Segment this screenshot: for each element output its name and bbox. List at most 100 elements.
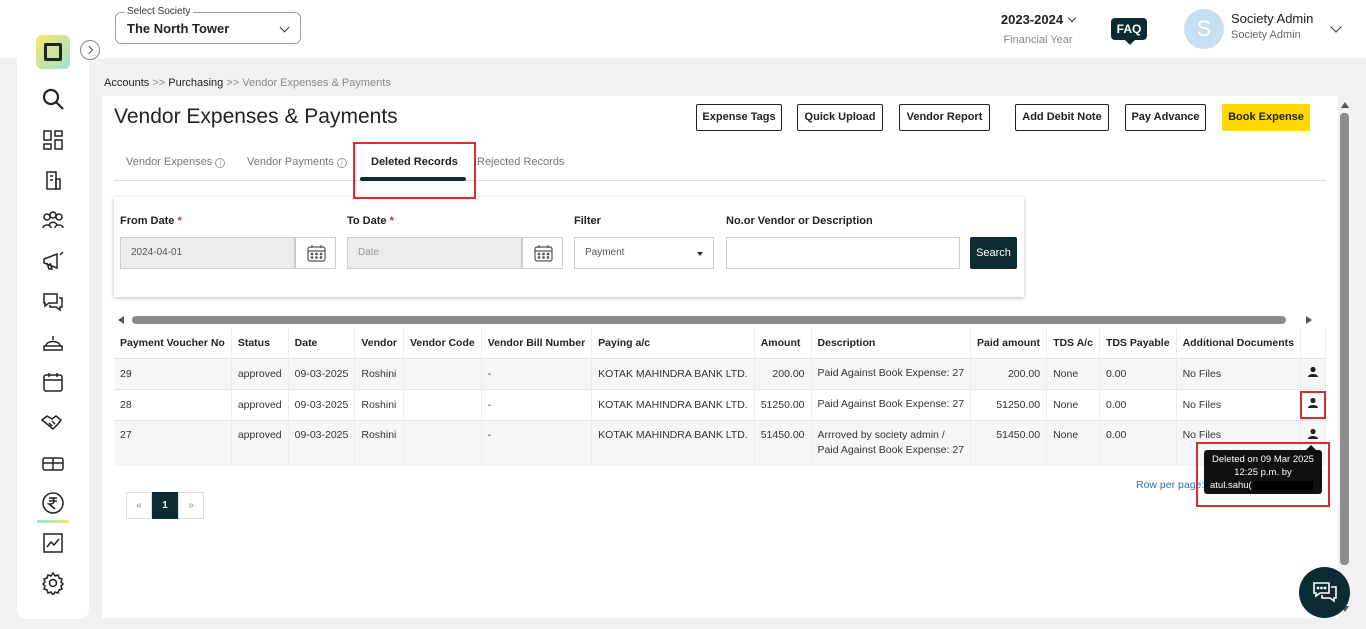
- cell-tds-ac: None: [1046, 388, 1100, 420]
- tab-label: Vendor Payments: [247, 156, 334, 168]
- cell-voucher: 27: [114, 419, 232, 466]
- pay-advance-button[interactable]: Pay Advance: [1125, 104, 1206, 131]
- info-icon: i: [215, 158, 226, 168]
- cell-date: 09-03-2025: [288, 388, 356, 420]
- cell-additional-docs: No Files: [1176, 388, 1301, 420]
- cell-amount: 51450.00: [754, 419, 812, 466]
- tooltip-user: atul.sahu(: [1210, 480, 1252, 491]
- table-row: 27 approved 09-03-2025 Roshini - KOTAK M…: [114, 419, 1326, 466]
- add-debit-note-button[interactable]: Add Debit Note: [1015, 104, 1109, 131]
- support-chat-button[interactable]: [1299, 567, 1350, 618]
- cell-date: 09-03-2025: [288, 419, 356, 466]
- pagination-next[interactable]: »: [178, 492, 204, 519]
- cell-paying-ac: KOTAK MAHINDRA BANK LTD.: [591, 388, 755, 420]
- report-icon[interactable]: [41, 531, 65, 555]
- handshake-icon[interactable]: [40, 410, 65, 434]
- tab-vendor-payments[interactable]: Vendor Payments i: [247, 156, 347, 168]
- from-date-calendar-button[interactable]: [295, 237, 336, 269]
- tab-label: Vendor Expenses: [126, 156, 213, 168]
- row-per-page-label[interactable]: Row per page:: [1136, 479, 1204, 491]
- from-date-input[interactable]: 2024-04-01: [120, 237, 295, 269]
- required-mark: *: [177, 215, 182, 227]
- col-tds-payable: TDS Payable: [1099, 328, 1177, 358]
- sidebar-expand-button[interactable]: [80, 40, 100, 60]
- tab-rejected-records[interactable]: Rejected Records: [477, 156, 564, 168]
- society-select-value: The North Tower: [127, 21, 230, 36]
- scrollbar-thumb[interactable]: [132, 316, 1286, 324]
- chat-icon[interactable]: [41, 289, 65, 313]
- quick-upload-button[interactable]: Quick Upload: [797, 104, 883, 131]
- cell-tds-payable: 0.00: [1099, 357, 1177, 389]
- announcement-icon[interactable]: [41, 249, 65, 273]
- scroll-up-icon[interactable]: [1341, 102, 1349, 108]
- financial-year-selector[interactable]: 2023-2024 Financial Year: [990, 12, 1086, 46]
- col-bill-number: Vendor Bill Number: [481, 328, 593, 358]
- settings-icon[interactable]: [41, 571, 65, 597]
- table-header-row: Payment Voucher No Status Date Vendor Ve…: [114, 328, 1326, 358]
- tab-vendor-expenses[interactable]: Vendor Expenses i: [126, 156, 226, 168]
- deleted-by-user-icon[interactable]: [1307, 428, 1319, 440]
- faq-button[interactable]: FAQ: [1111, 18, 1147, 45]
- scrollbar-thumb[interactable]: [1340, 113, 1349, 565]
- cell-description: Arrroved by society admin / Paid Against …: [811, 419, 972, 466]
- members-icon[interactable]: [41, 209, 65, 233]
- amenity-icon[interactable]: [41, 451, 65, 475]
- user-menu-chevron-icon[interactable]: [1330, 21, 1342, 33]
- breadcrumb-accounts[interactable]: Accounts: [104, 77, 149, 89]
- society-select-label: Select Society: [124, 6, 194, 17]
- deleted-info-tooltip: Deleted on 09 Mar 2025 12:25 p.m. by atu…: [1204, 445, 1322, 494]
- table-row: 28 approved 09-03-2025 Roshini - KOTAK M…: [114, 388, 1326, 420]
- expense-tags-button[interactable]: Expense Tags: [696, 104, 782, 131]
- rupee-icon[interactable]: [41, 491, 65, 515]
- vendor-report-button[interactable]: Vendor Report: [899, 104, 990, 131]
- breadcrumb-current: Vendor Expenses & Payments: [242, 77, 391, 89]
- search-input[interactable]: [726, 237, 960, 269]
- society-select[interactable]: Select Society The North Tower: [115, 6, 301, 44]
- tooltip-line-1: Deleted on 09 Mar 2025: [1212, 454, 1314, 465]
- breadcrumb: Accounts >> Purchasing >> Vendor Expense…: [104, 77, 391, 89]
- search-button[interactable]: Search: [970, 237, 1017, 269]
- search-icon[interactable]: [41, 87, 65, 111]
- cell-description: Paid Against Book Expense: 27: [811, 388, 972, 420]
- deleted-by-user-icon[interactable]: [1307, 366, 1319, 378]
- avatar[interactable]: S: [1184, 9, 1224, 49]
- pagination-page-1[interactable]: 1: [152, 492, 178, 519]
- col-vendor-code: Vendor Code: [403, 328, 482, 358]
- breadcrumb-separator: >>: [226, 77, 240, 89]
- cell-date: 09-03-2025: [288, 357, 356, 389]
- financial-year-value: 2023-2024: [1000, 12, 1064, 27]
- to-date-input[interactable]: Date: [347, 237, 522, 269]
- tab-bar: Vendor Expenses i Vendor Payments i Delete…: [114, 148, 1326, 181]
- book-expense-button[interactable]: Book Expense: [1222, 104, 1310, 131]
- cell-bill-number: -: [481, 388, 593, 420]
- to-date-calendar-button[interactable]: [522, 237, 563, 269]
- user-name: Society Admin: [1231, 11, 1314, 26]
- helpdesk-icon[interactable]: [41, 330, 65, 354]
- cell-voucher: 29: [114, 357, 232, 389]
- user-info[interactable]: Society Admin Society Admin: [1231, 11, 1313, 41]
- building-icon[interactable]: [41, 168, 65, 192]
- vertical-scrollbar[interactable]: [1338, 96, 1352, 618]
- scroll-left-icon[interactable]: [118, 316, 124, 324]
- tooltip-user-line: atul.sahu(: [1204, 479, 1322, 492]
- breadcrumb-purchasing[interactable]: Purchasing: [168, 77, 223, 89]
- pagination: « 1 »: [126, 492, 204, 519]
- dashboard-icon[interactable]: [41, 128, 65, 152]
- col-amount: Amount: [754, 328, 812, 358]
- app-logo[interactable]: [36, 35, 70, 69]
- cell-vendor-code: [403, 357, 482, 389]
- cell-paying-ac: KOTAK MAHINDRA BANK LTD.: [591, 419, 755, 466]
- cell-voucher: 28: [114, 388, 232, 420]
- col-tds-ac: TDS A/c: [1046, 328, 1100, 358]
- cell-bill-number: -: [481, 357, 593, 389]
- scroll-right-icon[interactable]: [1306, 316, 1312, 324]
- calendar-icon[interactable]: [41, 370, 65, 394]
- col-paid-amount: Paid amount: [970, 328, 1048, 358]
- col-date: Date: [288, 328, 356, 358]
- cell-paid-amount: 51450.00: [970, 419, 1048, 466]
- pagination-prev[interactable]: «: [126, 492, 152, 519]
- highlight-box-deleted-tab: [353, 142, 476, 199]
- tooltip-line-2: 12:25 p.m. by: [1234, 467, 1292, 478]
- horizontal-scrollbar[interactable]: [114, 315, 1326, 325]
- filter-select[interactable]: Payment: [574, 237, 714, 269]
